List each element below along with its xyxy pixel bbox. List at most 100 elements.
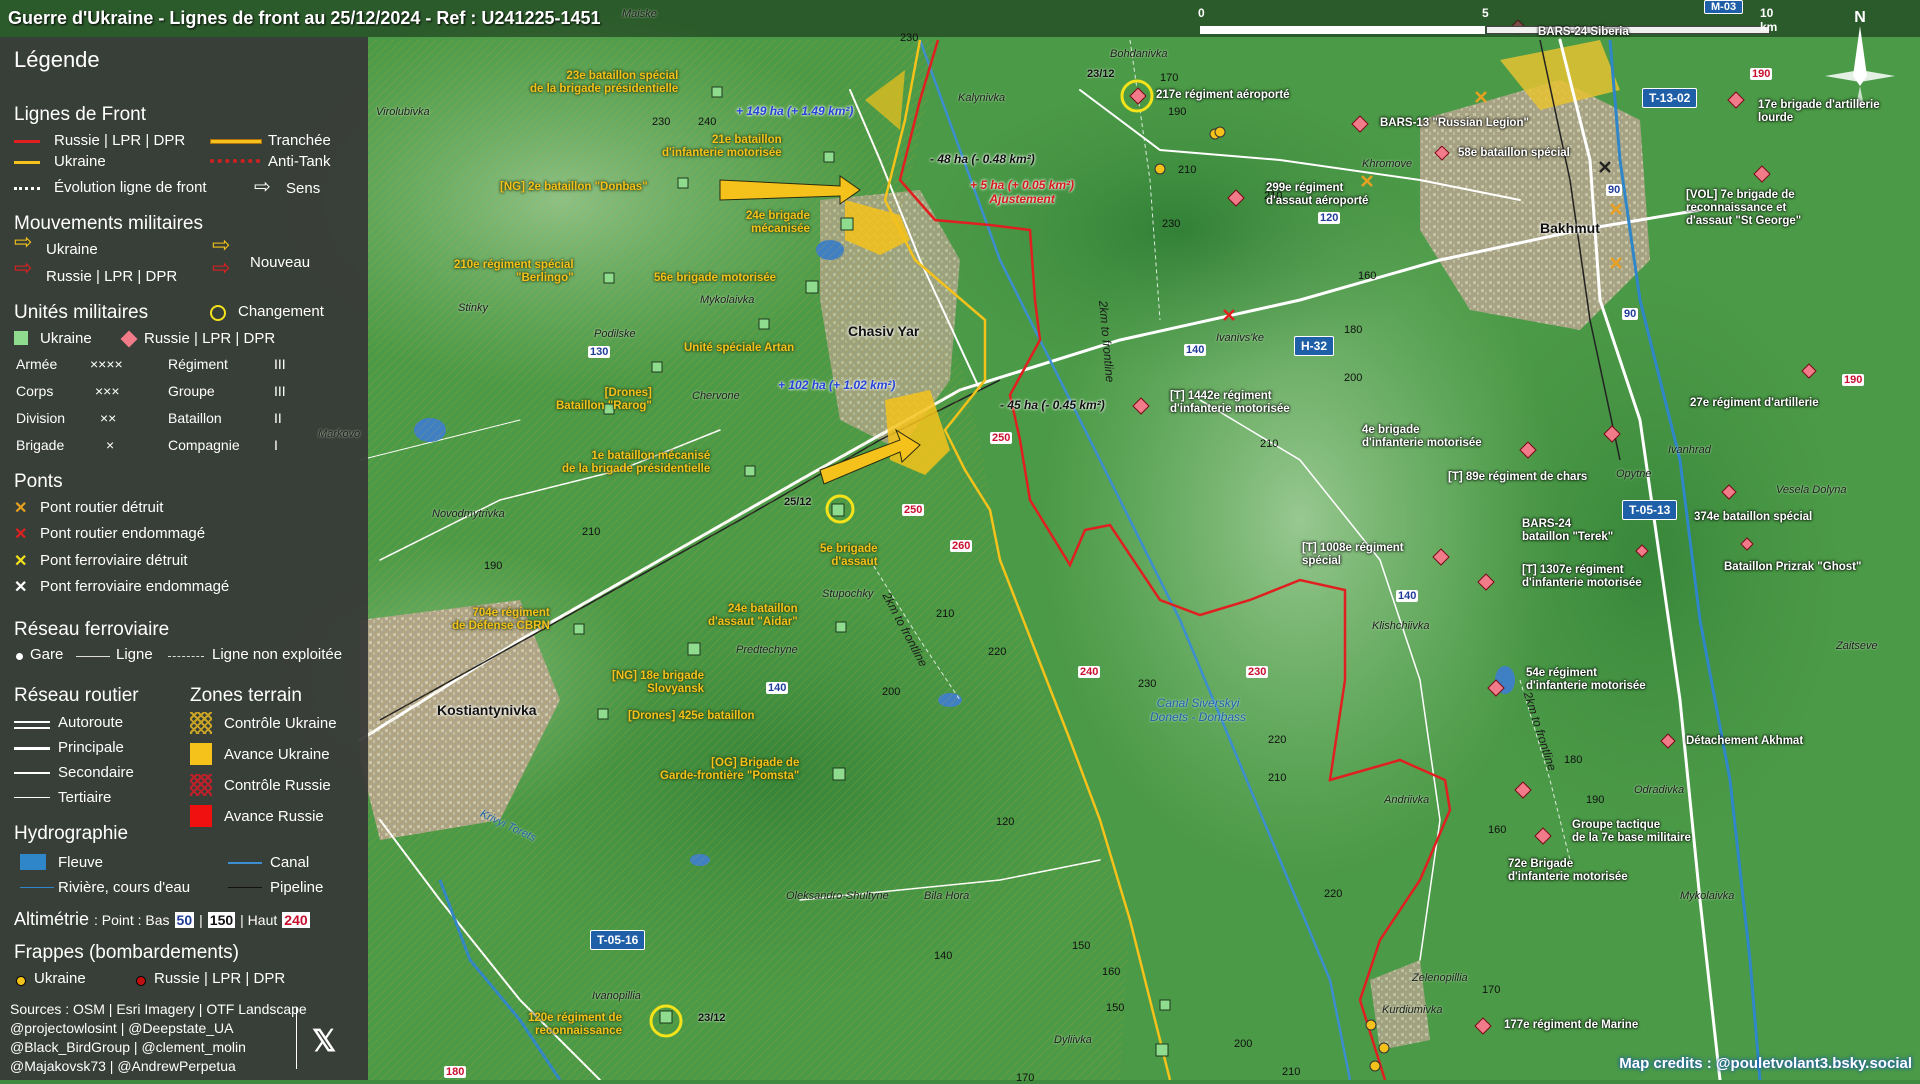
rail-unused-swatch [168, 656, 204, 657]
highway-swatch [14, 721, 50, 729]
unit-ru-1307e-regiment[interactable]: [T] 1307e régiment d'infanterie motorisé… [1522, 564, 1642, 590]
altitude-230-b: 230 [652, 116, 671, 128]
place-zelenopillia: Zelenopillia [1412, 972, 1468, 984]
unit-ua-unite-artan[interactable]: Unité spéciale Artan [684, 342, 794, 355]
legend-moves-russia: Russie | LPR | DPR [46, 268, 178, 285]
unit-ua-56e-brigade[interactable]: 56e brigade motorisée [654, 272, 776, 285]
scale-label-0: 0 [1198, 6, 1205, 20]
altitude-220-a: 220 [988, 646, 1007, 658]
unit-ru-bars-24-terek[interactable]: BARS-24 bataillon "Terek" [1522, 518, 1613, 544]
place-ivanivske: Ivanivs'ke [1216, 332, 1264, 344]
unit-ua-21e-bataillon[interactable]: 21e bataillon d'infanterie motorisée [662, 134, 782, 160]
legend-unit-company-symbol: I [274, 437, 278, 453]
unit-ru-89e-regiment[interactable]: [T] 89e régiment de chars [1448, 471, 1587, 484]
date-23-12-a: 23/12 [1087, 68, 1115, 80]
unit-ua-24e-bataillon-aidar[interactable]: 24e bataillon d'assaut "Aidar" [708, 603, 798, 629]
unit-ua-120e-regiment[interactable]: 120e régiment de reconnaissance [528, 1012, 622, 1038]
unit-ru-4e-brigade[interactable]: 4e brigade d'infanterie motorisée [1362, 424, 1482, 450]
altitude-190-a: 190 [1168, 106, 1187, 118]
city-kostiantynivka: Kostiantynivka [437, 702, 537, 718]
legend-altitude-row: Altimétrie : Point : Bas 50 | 150 | Haut… [14, 909, 310, 930]
place-oleksandro-shultyne: Oleksandro-Shultyne [786, 890, 889, 902]
unit-ru-217e-regiment[interactable]: 217e régiment aéroporté [1156, 89, 1290, 102]
altitude-200-b: 200 [882, 686, 901, 698]
annotation-plus-102: + 102 ha (+ 1.02 km²) [778, 378, 896, 392]
unit-ru-58e-bataillon[interactable]: 58e bataillon spécial [1458, 147, 1570, 160]
unit-ua-og-pomsta[interactable]: [OG] Brigade de Garde-frontière "Pomsta" [660, 757, 799, 783]
map-title: Guerre d'Ukraine - Lignes de front au 25… [8, 8, 601, 28]
unit-ru-17e-brigade[interactable]: 17e brigade d'artillerie lourde [1758, 99, 1880, 125]
legend-unit-army-symbol: ×××× [90, 356, 123, 372]
city-bakhmut: Bakhmut [1540, 220, 1600, 236]
road-number-140-c: 140 [1396, 590, 1419, 602]
legend-rail-unused: Ligne non exploitée [212, 646, 343, 663]
legend-unit-army: Armée [16, 356, 58, 372]
annotation-plus-149: + 149 ha (+ 1.49 km²) [736, 104, 854, 118]
sources-line-2: @projectowlosint | @Deepstate_UA [10, 1020, 234, 1036]
unit-ua-ng-2e-bataillon[interactable]: [NG] 2e bataillon "Donbas" [500, 181, 648, 194]
legend-hydro-pipeline: Pipeline [270, 879, 324, 896]
rail-bridge-destroyed-icon: ✕ [14, 553, 28, 570]
legend-rail-line: Ligne [116, 646, 153, 663]
legend-road-secondary: Secondaire [58, 764, 134, 781]
unit-ru-27e-regiment[interactable]: 27e régiment d'artillerie [1690, 397, 1819, 410]
place-mykolaivka-2: Mykolaivka [1680, 890, 1735, 902]
russia-move-arrow-icon: ⇨ [14, 255, 33, 280]
city-chasiv-yar: Chasiv Yar [848, 323, 920, 339]
unit-ua-23e-bataillon[interactable]: 23e bataillon spécial de la brigade prés… [530, 70, 678, 96]
legend-road-main: Principale [58, 739, 124, 756]
unit-ua-ng-18e-brigade[interactable]: [NG] 18e brigade Slovyansk [612, 670, 704, 696]
unit-ru-299e-regiment[interactable]: 299e régiment d'assaut aéroporté [1266, 182, 1368, 208]
unit-ru-akhmat[interactable]: Détachement Akhmat [1686, 735, 1803, 748]
russia-control-swatch [190, 774, 212, 796]
unit-ua-24e-brigade[interactable]: 24e brigade mécanisée [746, 210, 810, 236]
unit-ru-1442e-regiment[interactable]: [T] 1442e régiment d'infanterie motorisé… [1170, 390, 1290, 416]
altitude-210-a: 210 [1178, 164, 1197, 176]
legend-front-ukraine: Ukraine [54, 153, 106, 170]
place-stupochky: Stupochky [822, 588, 874, 600]
russia-advance-swatch [190, 805, 212, 827]
altitude-red-240: 240 [1078, 666, 1101, 678]
legend-evolution-line [14, 187, 40, 190]
legend-moves-ukraine: Ukraine [46, 241, 98, 258]
legend-hydro-canal: Canal [270, 854, 310, 871]
unit-ru-54e-regiment[interactable]: 54e régiment d'infanterie motorisée [1526, 667, 1646, 693]
legend-unit-company: Compagnie [168, 437, 240, 453]
legend-bridge-rail-damaged: Pont ferroviaire endommagé [40, 578, 230, 595]
sources-line-4: @Majakovsk73 | @AndrewPerpetua [10, 1058, 236, 1074]
road-t-05-16: T-05-16 [590, 930, 646, 950]
unit-ua-1e-bataillon[interactable]: 1e bataillon mécanisé de la brigade prés… [562, 450, 710, 476]
unit-ru-bars-24-siberia[interactable]: BARS-24 Siberia [1538, 26, 1629, 39]
unit-ru-72e-brigade[interactable]: 72e Brigade d'infanterie motorisée [1508, 858, 1628, 884]
altitude-220-c: 220 [1324, 888, 1343, 900]
altitude-red-230: 230 [1246, 666, 1269, 678]
unit-ua-drones-425e[interactable]: [Drones] 425e bataillon [628, 710, 755, 723]
new-russia-arrow-icon: ⇨ [212, 255, 231, 280]
map-credits[interactable]: Map credits : @pouletvolant3.bsky.social [1619, 1055, 1912, 1072]
legend-hydro-river: Fleuve [58, 854, 104, 871]
unit-ua-drones-rarog[interactable]: [Drones] Bataillon "Rarog" [556, 387, 652, 413]
altitude-red-190-b: 190 [1842, 374, 1865, 386]
unit-ua-vol-7e-brigade[interactable]: [VOL] 7e brigade de reconnaissance et d'… [1686, 189, 1801, 228]
legend-altitude-sep2: | Haut [240, 912, 278, 928]
altitude-170-b: 170 [1482, 984, 1501, 996]
unit-ua-704e-regiment[interactable]: 704e régiment de Défense CBRN [452, 607, 550, 633]
legend-unit-battalion: Bataillon [168, 410, 222, 426]
road-h-32: H-32 [1294, 336, 1335, 356]
place-vesela-dolyna: Vesela Dolyna [1776, 484, 1847, 496]
unit-ua-210e-regiment[interactable]: 210e régiment spécial "Berlingo" [454, 259, 574, 285]
legend-altitude-low: 50 [174, 912, 195, 928]
ukraine-move-arrow-icon: ⇨ [14, 229, 33, 254]
unit-ru-bars-13[interactable]: BARS-13 "Russian Legion" [1380, 117, 1529, 130]
unit-ua-5e-brigade[interactable]: 5e brigade d'assaut [820, 543, 878, 569]
direction-arrow-icon: ⇨ [254, 176, 271, 198]
x-logo-icon[interactable]: 𝕏 [312, 1027, 336, 1057]
unit-ru-1008e-regiment[interactable]: [T] 1008e régiment spécial [1302, 542, 1404, 568]
legend-unit-regiment-symbol: III [274, 356, 286, 372]
unit-ru-prizrak[interactable]: Bataillon Prizrak "Ghost" [1724, 561, 1861, 574]
unit-ru-374e-bataillon[interactable]: 374e bataillon spécial [1694, 511, 1812, 524]
unit-ru-177e-regiment[interactable]: 177e régiment de Marine [1504, 1019, 1638, 1032]
unit-ru-7e-base[interactable]: Groupe tactique de la 7e base militaire [1572, 819, 1691, 845]
altitude-160-c: 160 [1488, 824, 1507, 836]
date-23-12-b: 23/12 [698, 1012, 726, 1024]
